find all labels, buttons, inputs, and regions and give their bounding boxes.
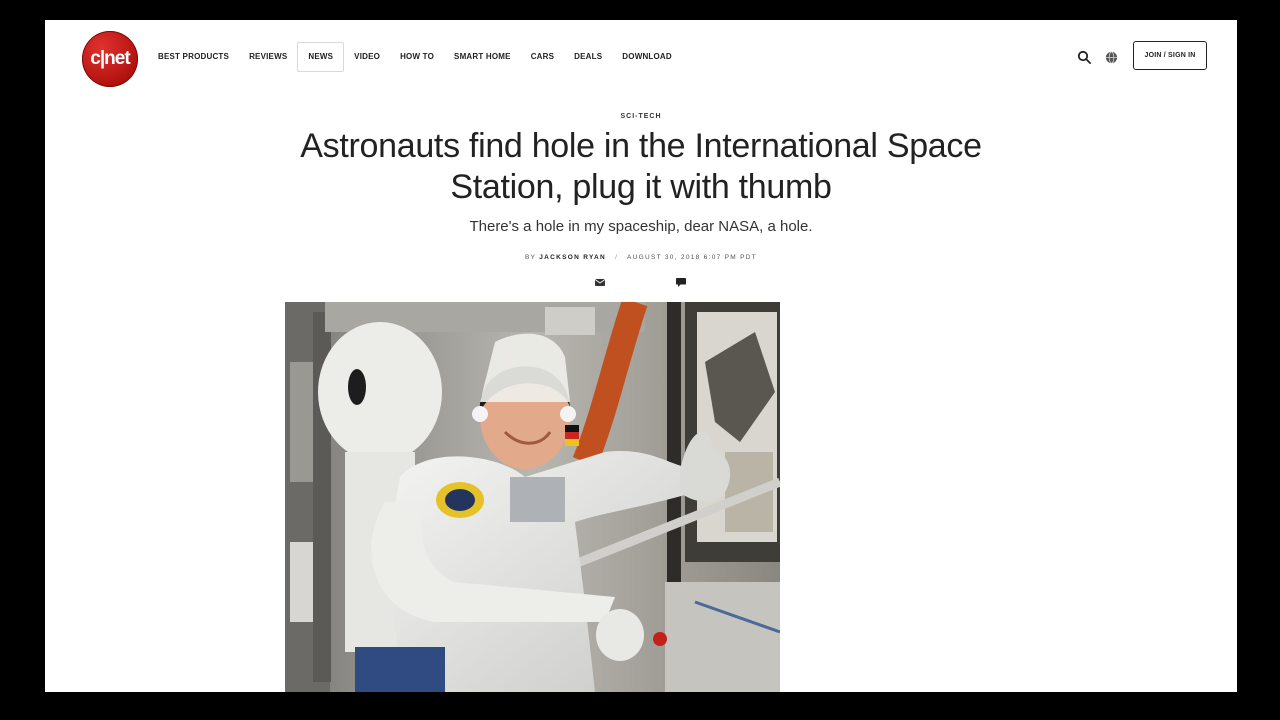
main-nav: Best Products Reviews News Video How To …: [148, 42, 682, 72]
email-share-icon[interactable]: [594, 277, 606, 287]
nav-smart-home[interactable]: Smart Home: [444, 42, 521, 72]
nav-best-products[interactable]: Best Products: [148, 42, 239, 72]
section-label[interactable]: Sci-Tech: [45, 113, 1237, 120]
nav-download[interactable]: Download: [612, 42, 682, 72]
nav-how-to[interactable]: How To: [390, 42, 444, 72]
article-title: Astronauts find hole in the Internationa…: [300, 127, 982, 206]
article-subtitle: There's a hole in my spaceship, dear NAS…: [469, 218, 813, 235]
byline: By Jackson Ryan / August 30, 2018 6:07 P…: [45, 254, 1237, 261]
nav-cars[interactable]: Cars: [521, 42, 564, 72]
byline-by: By: [524, 254, 537, 261]
nav-deals[interactable]: Deals: [564, 42, 612, 72]
author-name[interactable]: Jackson Ryan: [539, 254, 606, 261]
search-icon[interactable]: [1076, 49, 1092, 65]
byline-separator: /: [615, 254, 619, 261]
comment-icon[interactable]: [675, 277, 687, 287]
nav-video[interactable]: Video: [344, 42, 390, 72]
article-page: c|net Best Products Reviews News Video H…: [45, 20, 1237, 692]
publish-date: August 30, 2018 6:07 PM PDT: [627, 254, 757, 261]
join-sign-in-button[interactable]: Join / Sign In: [1133, 41, 1207, 70]
cnet-logo[interactable]: c|net: [82, 31, 138, 87]
nav-reviews[interactable]: Reviews: [239, 42, 297, 72]
nav-news[interactable]: News: [297, 42, 345, 72]
globe-icon[interactable]: [1103, 49, 1119, 65]
article-hero-image[interactable]: [285, 302, 780, 692]
